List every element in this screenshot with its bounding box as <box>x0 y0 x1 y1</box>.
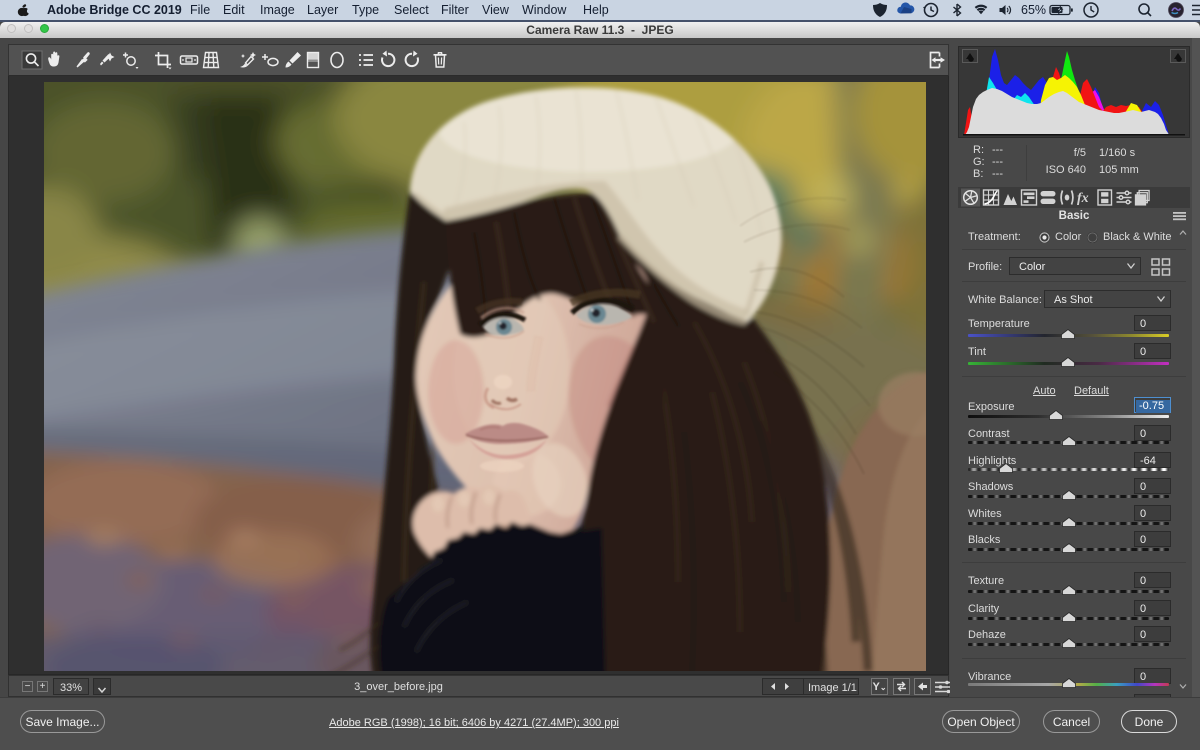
svg-text:fx: fx <box>1077 191 1089 206</box>
